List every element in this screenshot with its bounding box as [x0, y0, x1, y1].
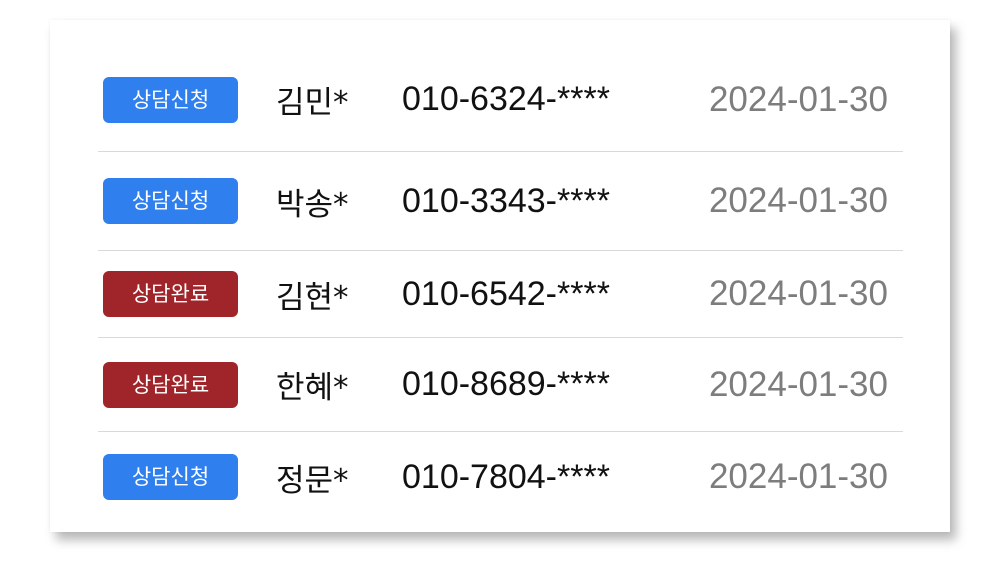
applicant-name: 정문*: [276, 462, 349, 499]
list-item[interactable]: 상담완료 김현* 010-6542-**** 2024-01-30: [98, 251, 903, 338]
status-badge: 상담완료: [103, 271, 238, 317]
applicant-phone: 010-6324-****: [402, 80, 610, 118]
applicant-name: 김민*: [276, 85, 349, 121]
list-item[interactable]: 상담완료 한혜* 010-8689-**** 2024-01-30: [98, 338, 903, 432]
applicant-phone: 010-8689-****: [402, 365, 610, 403]
request-date: 2024-01-30: [708, 457, 888, 496]
consultation-list: 상담신청 김민* 010-6324-**** 2024-01-30 상담신청 박…: [98, 48, 903, 522]
request-date: 2024-01-30: [708, 79, 888, 119]
request-date: 2024-01-30: [708, 274, 888, 313]
applicant-phone: 010-7804-****: [402, 457, 610, 496]
request-date: 2024-01-30: [708, 181, 888, 220]
applicant-phone: 010-3343-****: [402, 181, 610, 220]
list-item[interactable]: 상담신청 박송* 010-3343-**** 2024-01-30: [98, 152, 903, 251]
status-badge: 상담신청: [103, 76, 238, 123]
applicant-name: 박송*: [276, 186, 349, 223]
status-badge: 상담신청: [103, 178, 238, 224]
status-badge: 상담신청: [103, 454, 238, 500]
status-badge: 상담완료: [103, 361, 238, 408]
consultation-list-card: 상담신청 김민* 010-6324-**** 2024-01-30 상담신청 박…: [50, 20, 950, 532]
request-date: 2024-01-30: [708, 364, 888, 404]
list-item[interactable]: 상담신청 김민* 010-6324-**** 2024-01-30: [98, 48, 903, 152]
applicant-phone: 010-6542-****: [402, 274, 610, 313]
applicant-name: 김현*: [276, 279, 349, 316]
list-item[interactable]: 상담신청 정문* 010-7804-**** 2024-01-30: [98, 432, 903, 522]
applicant-name: 한혜*: [276, 370, 349, 406]
